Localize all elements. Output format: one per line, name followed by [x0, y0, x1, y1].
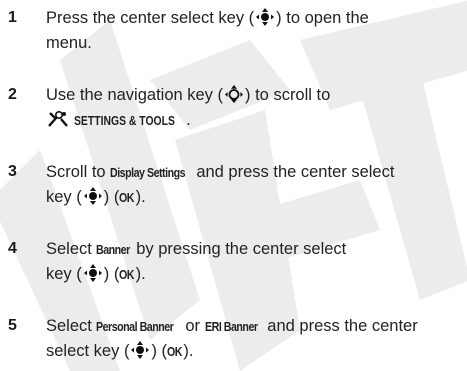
center-select-key-icon [83, 264, 102, 282]
step-number: 3 [8, 163, 17, 180]
step-text: Press the center select key () to open t… [46, 8, 369, 52]
step-text: Select Banner by pressing the center sel… [46, 237, 462, 287]
center-select-key-icon [256, 8, 275, 26]
center-select-key-icon [83, 187, 102, 205]
step-text: Use the navigation key () to scroll to S… [46, 83, 462, 133]
settings-tools-icon [48, 110, 68, 127]
step-number: 4 [8, 240, 17, 257]
step-number: 2 [8, 86, 17, 103]
step-number: 1 [8, 9, 17, 26]
menu-option-eri-banner: ERI Banner [204, 319, 258, 334]
step-number: 5 [8, 317, 17, 334]
menu-option-personal-banner: Personal Banner [96, 319, 174, 334]
step-text: Scroll to Display Settings and press the… [46, 160, 462, 210]
ok-softkey-label: OK [167, 344, 183, 359]
ok-softkey-label: OK [119, 267, 135, 282]
ok-softkey-label: OK [119, 190, 135, 205]
center-select-key-icon [131, 341, 150, 359]
navigation-key-icon [225, 85, 244, 103]
menu-option-banner: Banner [96, 242, 131, 257]
step-text: Select Personal Banner or ERI Banner and… [46, 314, 462, 364]
menu-option-display-settings: Display Settings [110, 165, 186, 180]
menu-item-settings-tools: SETTINGS & TOOLS [74, 113, 175, 128]
